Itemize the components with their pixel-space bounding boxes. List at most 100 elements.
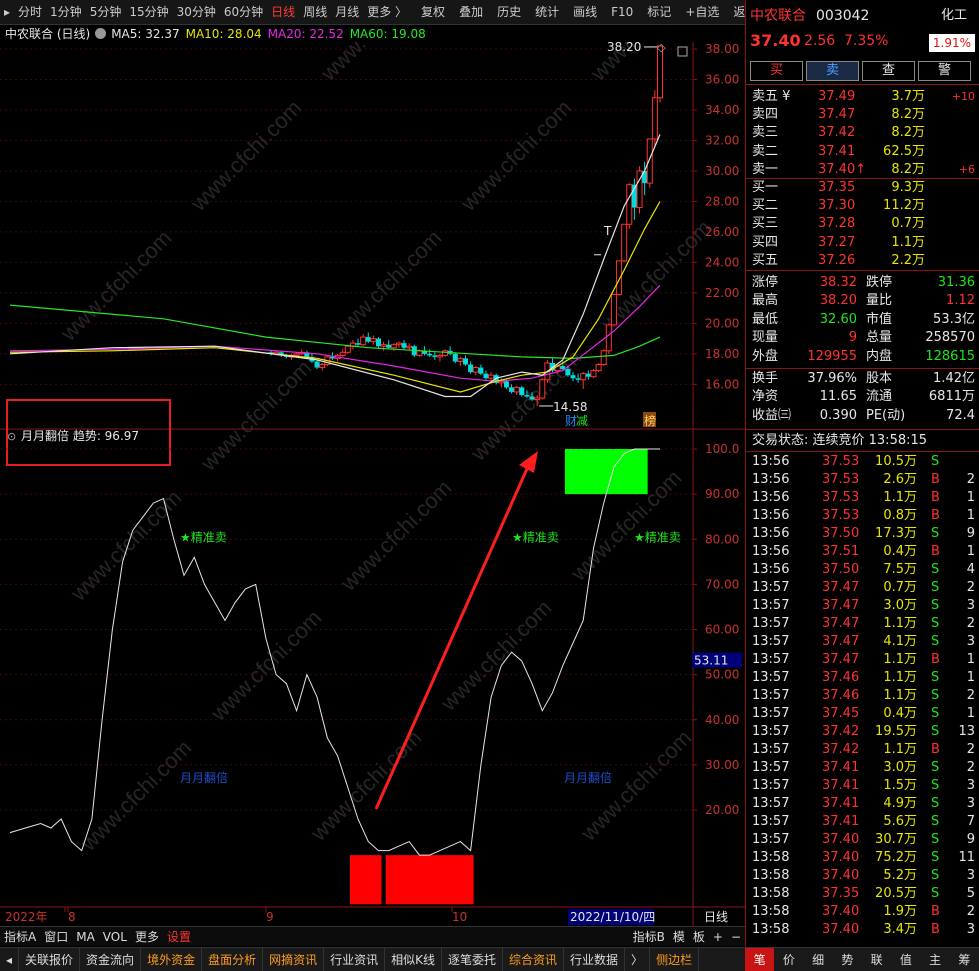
quote-tab-2[interactable]: 细 (804, 948, 833, 971)
period-tab-9[interactable]: 更多 〉 (363, 0, 411, 25)
tool-button-6[interactable]: 标记 (643, 0, 675, 25)
bid-label: 买一 (752, 180, 779, 195)
bid-row[interactable]: 买四 37.27 1.1万 (750, 234, 975, 252)
function-tab-8[interactable]: 综合资讯 (503, 947, 565, 971)
indicator-bar-item-2[interactable]: MA (72, 930, 99, 944)
period-tab-1[interactable]: 1分钟 (46, 0, 86, 25)
tool-button-3[interactable]: 统计 (531, 0, 563, 25)
trade-button-3[interactable]: 警 (918, 61, 971, 81)
bid-row[interactable]: 买五 37.26 2.2万 (750, 252, 975, 270)
tool-button-5[interactable]: F10 (607, 0, 637, 25)
pane-expand-icon[interactable]: ◇ (657, 42, 666, 54)
indicator-trend-label: 月月翻倍 趋势: 96.97 (21, 428, 139, 443)
indicator-bar-item-3[interactable]: VOL (99, 930, 131, 944)
kline-chart-area[interactable]: www.cfchi.comwww.cfchi.comwww.cfchi.comw… (0, 42, 745, 927)
tick-price: 37.41 (822, 778, 860, 793)
stats-row: 收益㈢ 0.390 PE(动) 72.4 (750, 407, 975, 425)
function-tab-10[interactable]: 〉 (625, 947, 651, 971)
indicator-bar-right-2[interactable]: 板 (689, 928, 709, 945)
quote-tab-4[interactable]: 联 (862, 948, 891, 971)
tick-side: S (931, 886, 940, 901)
ask-row[interactable]: 卖四 37.47 8.2万 (750, 106, 975, 124)
function-tab-3[interactable]: 盘面分析 (202, 947, 264, 971)
quote-tab-5[interactable]: 值 (891, 948, 920, 971)
indicator-bar-right-0[interactable]: 指标B (629, 928, 669, 945)
indicator-bar-right-1[interactable]: 模 (669, 928, 689, 945)
period-tab-7[interactable]: 周线 (299, 0, 331, 25)
indicator-bar-item-1[interactable]: 窗口 (40, 928, 72, 945)
tick-side: B (931, 922, 940, 937)
period-tab-4[interactable]: 30分钟 (173, 0, 220, 25)
sector-name[interactable]: 化工 (941, 7, 967, 25)
ask-row[interactable]: 卖三 37.42 8.2万 (750, 124, 975, 142)
tick-volume: 1.9万 (883, 904, 917, 919)
function-tab-9[interactable]: 行业数据 (564, 947, 626, 971)
list-marker[interactable]: 榜 (644, 413, 656, 428)
quote-tab-1[interactable]: 价 (774, 948, 803, 971)
candle-body (452, 353, 458, 362)
bid-row[interactable]: 买三 37.28 0.7万 (750, 215, 975, 233)
candle-body (370, 338, 377, 343)
stock-code: 003042 (816, 8, 870, 24)
indicator-bar-item-5[interactable]: 设置 (163, 928, 195, 945)
function-tab-2[interactable]: 境外资金 (141, 947, 203, 971)
quote-tab-3[interactable]: 势 (833, 948, 862, 971)
bid-row[interactable]: 买二 37.30 11.2万 (750, 197, 975, 215)
tick-volume: 3.4万 (883, 922, 917, 937)
tool-button-2[interactable]: 历史 (493, 0, 525, 25)
function-tab-1[interactable]: 资金流向 (80, 947, 142, 971)
bid-row[interactable]: 买一 37.35 9.3万 (750, 179, 975, 197)
candle-body (386, 344, 392, 348)
period-tab-2[interactable]: 5分钟 (86, 0, 126, 25)
stats-divider (746, 368, 979, 369)
stats-row: 外盘 129955 内盘 128615 (750, 348, 975, 366)
trade-button-0[interactable]: 买 (750, 61, 803, 81)
function-tab-11[interactable]: 侧边栏 (650, 947, 700, 971)
stat-value: 129955 (807, 348, 857, 364)
quote-tab-7[interactable]: 筹 (950, 948, 979, 971)
candle-body (621, 223, 628, 262)
tool-button-7[interactable]: +自选 (681, 0, 723, 25)
period-tab-3[interactable]: 15分钟 (125, 0, 172, 25)
period-tab-8[interactable]: 月线 (331, 0, 363, 25)
trade-button-1[interactable]: 卖 (806, 61, 859, 81)
tick-count: 7 (966, 814, 975, 829)
function-tab-6[interactable]: 相似K线 (385, 947, 442, 971)
ask-row[interactable]: 卖一 37.40↑ 8.2万 +6 (750, 161, 975, 179)
indicator-bar-item-0[interactable]: 指标A (0, 928, 40, 945)
current-value-tag: 53.11 (694, 654, 728, 668)
tool-button-4[interactable]: 画线 (569, 0, 601, 25)
reduce-marker[interactable]: 减 (576, 414, 588, 428)
indicator-bar-right-4[interactable]: − (727, 930, 745, 944)
indicator-bar-item-4[interactable]: 更多 (131, 928, 163, 945)
tick-time: 13:57 (752, 688, 790, 703)
function-bar-arrow-icon[interactable]: ◂ (0, 947, 20, 971)
quote-tab-6[interactable]: 主 (921, 948, 950, 971)
toolbar-arrow-icon[interactable]: ▸ (0, 0, 14, 25)
function-tab-7[interactable]: 逐笔委托 (442, 947, 504, 971)
function-tab-5[interactable]: 行业资讯 (324, 947, 386, 971)
quote-tab-0[interactable]: 笔 (745, 947, 775, 971)
tick-side: S (931, 832, 940, 847)
tick-time: 13:56 (752, 454, 790, 469)
tick-time: 13:57 (752, 778, 790, 793)
tool-button-0[interactable]: 复权 (417, 0, 449, 25)
bid-price: 37.27 (818, 234, 856, 250)
precise-sell-label: ★精准卖 (512, 530, 559, 544)
candle-body (468, 364, 474, 373)
trade-button-2[interactable]: 查 (862, 61, 915, 81)
period-tab-0[interactable]: 分时 (14, 0, 46, 25)
ask-row[interactable]: 卖二 37.41 62.5万 (750, 143, 975, 161)
tool-button-1[interactable]: 叠加 (455, 0, 487, 25)
function-tab-0[interactable]: 关联报价 (19, 947, 81, 971)
function-tab-4[interactable]: 网摘资讯 (263, 947, 325, 971)
indicator-toggle-icon[interactable]: ⊙ (7, 430, 16, 443)
period-tab-5[interactable]: 60分钟 (220, 0, 267, 25)
indicator-axis-label: 30.00 (705, 758, 739, 772)
ask-row[interactable]: 卖五 ¥ 37.49 3.7万 +10 (750, 88, 975, 106)
tick-count: 3 (966, 778, 975, 793)
period-tab-6[interactable]: 日线 (267, 0, 299, 25)
indicator-bar-right-3[interactable]: + (709, 930, 727, 944)
candle-body (427, 353, 433, 356)
settings-gear-icon[interactable] (95, 28, 107, 39)
